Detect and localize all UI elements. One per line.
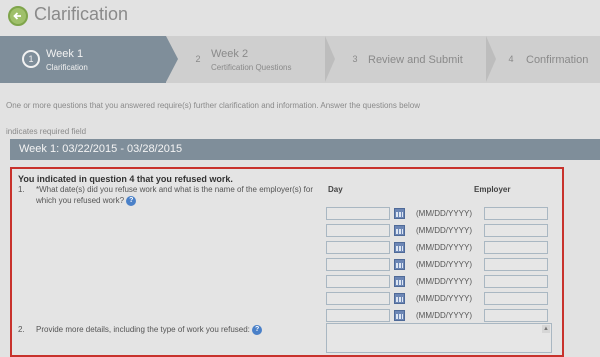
date-format-hint: (MM/DD/YYYY) — [416, 209, 472, 218]
week-label: Week 1: 03/22/2015 - 03/28/2015 — [19, 143, 183, 155]
calendar-icon[interactable] — [394, 242, 405, 253]
clarification-panel: You indicated in question 4 that you ref… — [10, 167, 564, 357]
date-format-hint: (MM/DD/YYYY) — [416, 243, 472, 252]
question-2-label: Provide more details, including the type… — [36, 325, 250, 335]
page-title: Clarification — [34, 4, 129, 24]
step-review-submit[interactable]: 3 Review and Submit — [342, 36, 492, 83]
employer-name-field[interactable] — [484, 224, 548, 237]
intro-text: One or more questions that you answered … — [6, 101, 420, 110]
calendar-icon[interactable] — [394, 310, 405, 321]
scroll-up-arrow-icon[interactable]: ▲ — [542, 325, 550, 333]
day-date-field[interactable] — [326, 309, 390, 322]
step-label: Week 1 — [46, 48, 84, 60]
day-date-field[interactable] — [326, 275, 390, 288]
question-1-text: *What date(s) did you refuse work and wh… — [36, 184, 314, 206]
date-format-hint: (MM/DD/YYYY) — [416, 226, 472, 235]
step-label: Week 2 — [211, 48, 249, 60]
question-2-text: Provide more details, including the type… — [36, 325, 263, 335]
employer-name-field[interactable] — [484, 258, 548, 271]
question-1-label: *What date(s) did you refuse work and wh… — [36, 185, 314, 205]
required-field-note: indicates required field — [6, 127, 87, 136]
step-number: 4 — [508, 54, 514, 64]
question-number: 2. — [18, 325, 25, 334]
panel-heading: You indicated in question 4 that you ref… — [18, 174, 233, 184]
step-number: 3 — [352, 54, 358, 64]
day-date-field[interactable] — [326, 241, 390, 254]
help-icon[interactable]: ? — [252, 325, 263, 335]
calendar-icon[interactable] — [394, 276, 405, 287]
employer-name-field[interactable] — [484, 292, 548, 305]
step-confirmation[interactable]: 4 Confirmation — [500, 36, 600, 83]
step-week-1[interactable]: 1 Week 1 Clarification — [0, 36, 166, 83]
day-date-field[interactable] — [326, 224, 390, 237]
step-week-2[interactable]: 2 Week 2 Certification Questions — [185, 36, 325, 83]
step-label: Confirmation — [526, 54, 589, 66]
date-format-hint: (MM/DD/YYYY) — [416, 277, 472, 286]
day-date-field[interactable] — [326, 258, 390, 271]
day-date-field[interactable] — [326, 292, 390, 305]
help-icon[interactable]: ? — [126, 195, 137, 206]
step-sublabel: Certification Questions — [211, 63, 292, 72]
step-separator — [325, 36, 335, 82]
employer-name-field[interactable] — [484, 207, 548, 220]
step-label: Review and Submit — [368, 54, 463, 66]
step-separator — [486, 36, 496, 82]
title-bar: Clarification — [0, 0, 600, 34]
step-number: 1 — [22, 50, 40, 68]
details-textarea[interactable]: ▲ — [326, 323, 552, 353]
calendar-icon[interactable] — [394, 208, 405, 219]
step-number: 2 — [195, 54, 201, 64]
employer-name-field[interactable] — [484, 241, 548, 254]
date-format-hint: (MM/DD/YYYY) — [416, 260, 472, 269]
date-format-hint: (MM/DD/YYYY) — [416, 311, 472, 320]
date-format-hint: (MM/DD/YYYY) — [416, 294, 472, 303]
day-column-header: Day — [328, 185, 343, 194]
day-date-field[interactable] — [326, 207, 390, 220]
calendar-icon[interactable] — [394, 225, 405, 236]
employer-name-field[interactable] — [484, 309, 548, 322]
calendar-icon[interactable] — [394, 259, 405, 270]
employer-name-field[interactable] — [484, 275, 548, 288]
step-sublabel: Clarification — [46, 63, 88, 72]
question-number: 1. — [18, 185, 25, 194]
employer-column-header: Employer — [474, 185, 511, 194]
step-separator — [166, 36, 178, 82]
back-arrow-icon[interactable] — [8, 6, 28, 26]
week-header: Week 1: 03/22/2015 - 03/28/2015 — [10, 139, 600, 160]
progress-steps: 1 Week 1 Clarification 2 Week 2 Certific… — [0, 36, 600, 83]
calendar-icon[interactable] — [394, 293, 405, 304]
